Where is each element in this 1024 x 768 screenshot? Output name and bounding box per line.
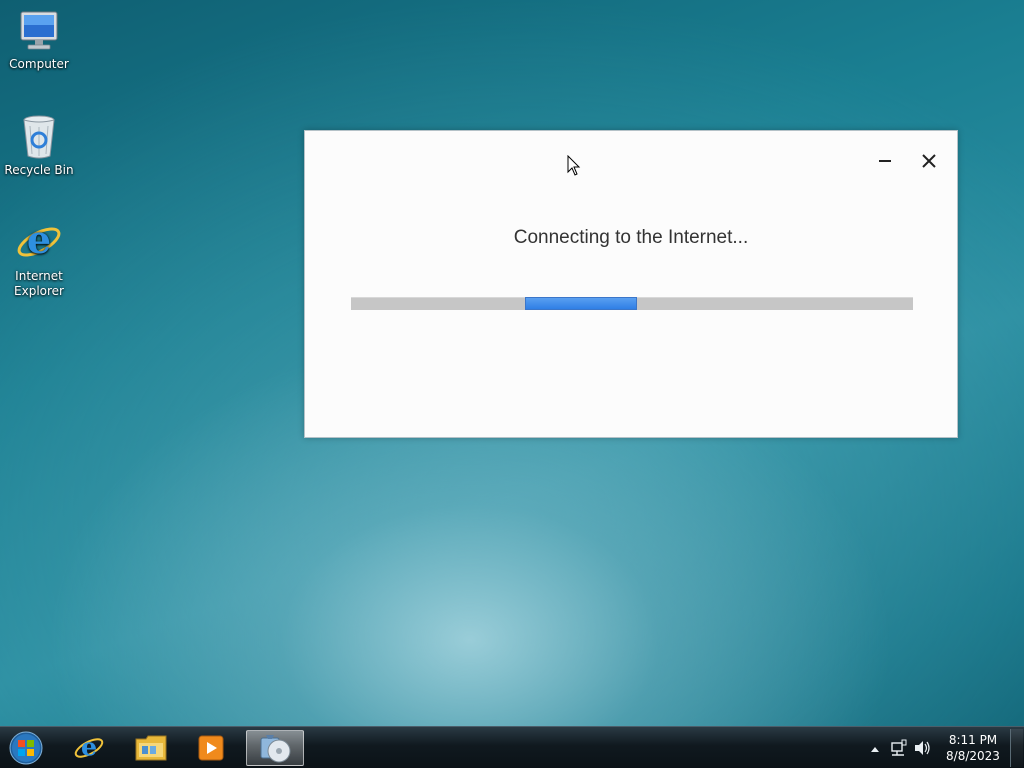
desktop-icon-label: Recycle Bin: [4, 163, 74, 177]
start-button[interactable]: [6, 730, 46, 766]
internet-explorer-icon: e: [17, 218, 61, 262]
taskbar-clock[interactable]: 8:11 PM 8/8/2023: [942, 732, 1004, 764]
recycle-bin-icon: [23, 115, 55, 159]
desktop-icon-label-line2: Explorer: [14, 284, 64, 298]
clock-date: 8/8/2023: [946, 749, 1000, 763]
volume-icon[interactable]: [912, 727, 932, 768]
taskbar: e 8:11 PM 8/8/2023: [0, 726, 1024, 768]
desktop-icon-internet-explorer[interactable]: e Internet Explorer: [1, 218, 77, 299]
mouse-cursor-icon: [567, 155, 581, 176]
start-orb-icon: [9, 731, 43, 765]
svg-text:e: e: [81, 732, 97, 761]
taskbar-internet-explorer[interactable]: e: [60, 730, 118, 766]
clock-time: 8:11 PM: [948, 733, 998, 747]
desktop-icon-computer[interactable]: Computer: [1, 10, 77, 72]
computer-icon: [20, 11, 58, 50]
desktop-icon-label: Computer: [9, 57, 69, 71]
show-hidden-icons-icon[interactable]: [866, 727, 884, 768]
connection-status-text: Connecting to the Internet...: [513, 227, 749, 248]
taskbar-media-player[interactable]: [182, 730, 240, 766]
minimize-icon: [879, 160, 891, 162]
close-icon: [922, 154, 936, 168]
taskbar-dvd-maker[interactable]: [246, 730, 304, 766]
network-icon[interactable]: [888, 727, 910, 768]
minimize-button[interactable]: [871, 147, 899, 175]
connection-dialog: Connecting to the Internet...: [304, 130, 958, 438]
svg-text:e: e: [27, 218, 51, 262]
progress-bar: [351, 297, 913, 310]
taskbar-file-explorer[interactable]: [122, 730, 180, 766]
system-tray: [866, 727, 932, 768]
close-button[interactable]: [915, 147, 943, 175]
progress-bar-fill: [525, 297, 637, 310]
desktop-icon-recycle-bin[interactable]: Recycle Bin: [1, 114, 77, 178]
desktop-icon-label-line1: Internet: [15, 269, 63, 283]
internet-explorer-icon: e: [74, 732, 104, 761]
show-desktop-button[interactable]: [1010, 729, 1023, 767]
media-player-icon: [198, 735, 224, 761]
dvd-maker-icon: [260, 735, 291, 763]
file-explorer-icon: [135, 735, 167, 761]
